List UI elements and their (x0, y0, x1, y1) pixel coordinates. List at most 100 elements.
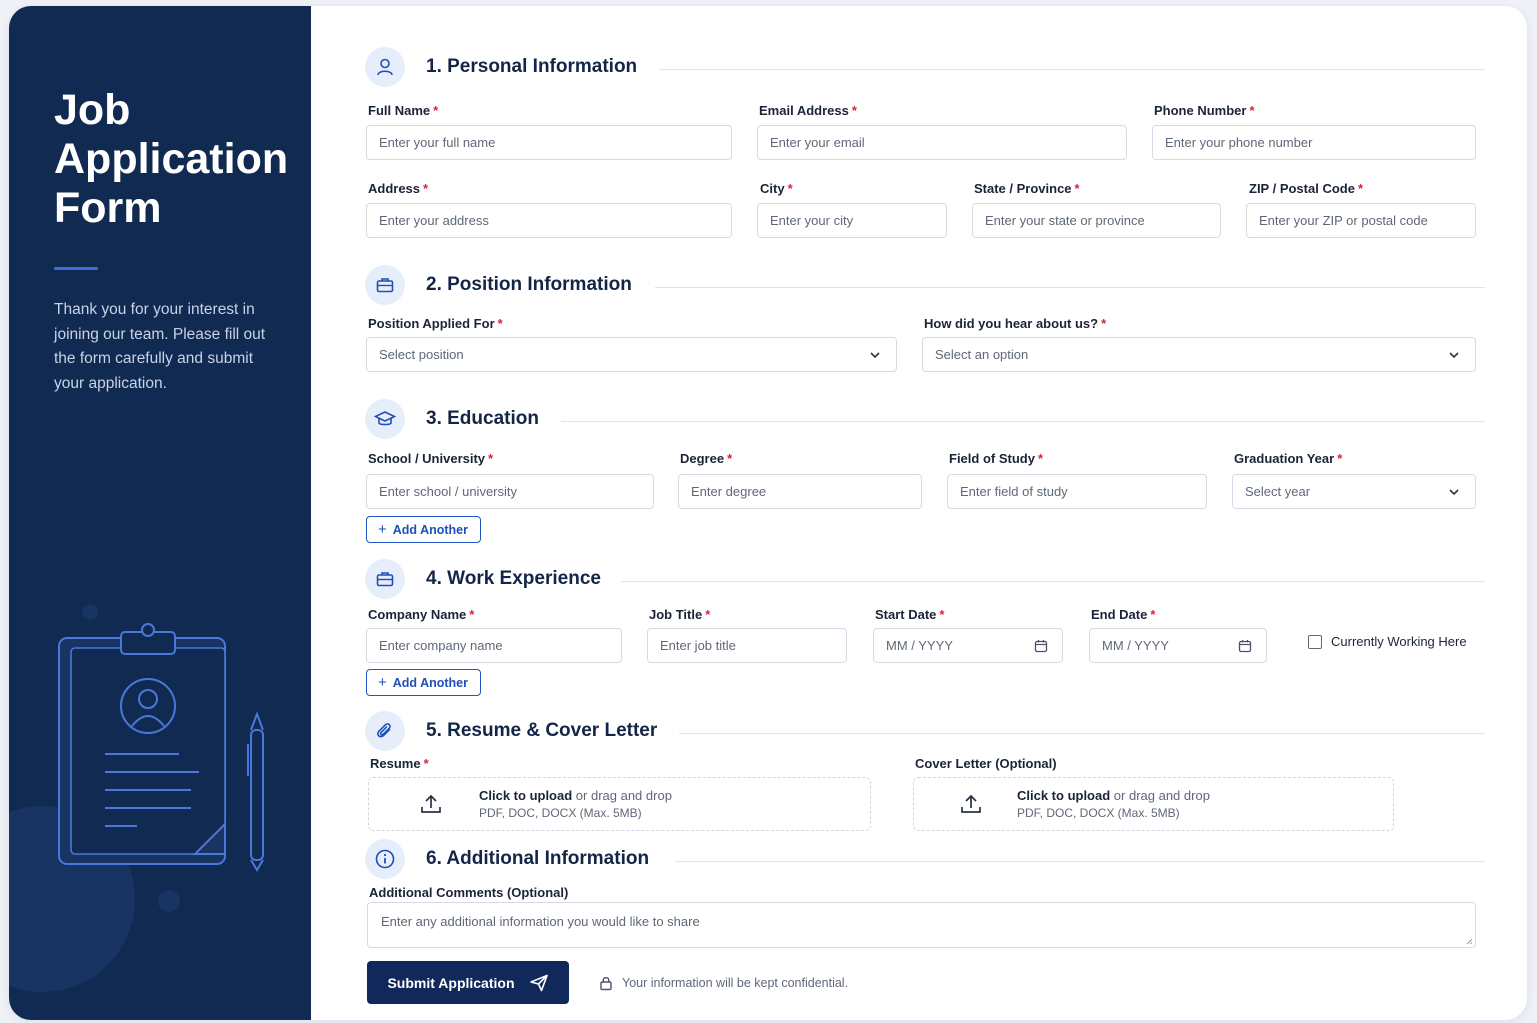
graduation-year-select[interactable]: Select year (1232, 474, 1476, 509)
required-marker: * (705, 607, 711, 622)
user-icon (365, 47, 405, 87)
label-text: State / Province (974, 181, 1072, 196)
required-marker: * (423, 181, 429, 196)
click-to-upload-link[interactable]: Click to upload (479, 788, 572, 803)
label-text: How did you hear about us? (924, 316, 1099, 331)
resume-label: Resume * (370, 756, 429, 771)
label-text: City (760, 181, 785, 196)
label-text: Field of Study (949, 451, 1035, 466)
section-title: 5. Resume & Cover Letter (426, 720, 658, 741)
placeholder: Enter your state or province (985, 213, 1145, 228)
button-label: Add Another (392, 675, 468, 690)
state-input[interactable]: Enter your state or province (972, 203, 1221, 238)
section-divider (561, 421, 1485, 422)
checkbox-box[interactable] (1308, 634, 1322, 649)
label-text: School / University (368, 451, 486, 466)
placeholder: Enter any additional information you wou… (381, 914, 700, 929)
section-divider (659, 69, 1485, 70)
section-personal-header: 1. Personal Information (365, 46, 637, 88)
source-select[interactable]: Select an option (922, 337, 1476, 372)
upload-formats: PDF, DOC, DOCX (Max. 5MB) (479, 806, 642, 820)
placeholder: Enter your address (379, 213, 489, 228)
resize-handle-icon[interactable] (1465, 937, 1473, 945)
placeholder: Enter your email (770, 135, 865, 150)
intro-text: Thank you for your interest in joining o… (54, 301, 266, 392)
phone-label: Phone Number * (1154, 103, 1255, 118)
graduation-cap-icon (365, 399, 405, 439)
city-input[interactable]: Enter your city (757, 203, 947, 238)
start-date-label: Start Date * (875, 607, 944, 622)
label-text: Full Name (368, 103, 431, 118)
click-to-upload-link[interactable]: Click to upload (1017, 788, 1110, 803)
calendar-icon[interactable] (1034, 639, 1048, 653)
address-input[interactable]: Enter your address (366, 203, 732, 238)
section-resume-header: 5. Resume & Cover Letter (365, 710, 657, 752)
required-marker: * (433, 103, 439, 118)
field-of-study-input[interactable]: Enter field of study (947, 474, 1207, 509)
label-text: Phone Number (1154, 103, 1247, 118)
label-text: Degree (680, 451, 725, 466)
section-divider (655, 287, 1485, 288)
section-position-header: 2. Position Information (365, 264, 632, 306)
phone-input[interactable]: Enter your phone number (1152, 125, 1476, 160)
start-date-input[interactable]: MM / YYYY (873, 628, 1063, 663)
section-title: 2. Position Information (426, 274, 632, 295)
school-label: School / University * (368, 451, 493, 466)
section-education-header: 3. Education (365, 398, 539, 440)
end-date-input[interactable]: MM / YYYY (1089, 628, 1267, 663)
currently-working-checkbox[interactable]: Currently Working Here (1308, 634, 1467, 649)
placeholder: Select position (379, 347, 464, 362)
add-education-button[interactable]: + Add Another (366, 516, 481, 543)
company-label: Company Name * (368, 607, 474, 622)
city-label: City * (760, 181, 793, 196)
full-name-input[interactable]: Enter your full name (366, 125, 732, 160)
placeholder: Enter field of study (960, 484, 1068, 499)
required-marker: * (851, 103, 857, 118)
full-name-label: Full Name * (368, 103, 438, 118)
label-text: Resume (370, 756, 421, 771)
required-marker: * (469, 607, 475, 622)
upload-instruction: Click to upload or drag and drop (479, 788, 672, 803)
lock-icon (600, 977, 612, 991)
state-label: State / Province * (974, 181, 1080, 196)
placeholder: Enter company name (379, 638, 503, 653)
placeholder: Enter degree (691, 484, 767, 499)
calendar-icon[interactable] (1238, 639, 1252, 653)
label-text: Job Title (649, 607, 703, 622)
briefcase-icon (365, 265, 405, 305)
clipboard-illustration-icon (58, 623, 264, 872)
upload-formats: PDF, DOC, DOCX (Max. 5MB) (1017, 806, 1180, 820)
chevron-down-icon (870, 352, 880, 359)
confidentiality-text: Your information will be kept confidenti… (622, 976, 849, 990)
school-input[interactable]: Enter school / university (366, 474, 654, 509)
degree-input[interactable]: Enter degree (678, 474, 922, 509)
required-marker: * (423, 756, 429, 771)
resume-upload-dropzone[interactable]: Click to upload or drag and drop PDF, DO… (368, 777, 871, 831)
email-label: Email Address * (759, 103, 857, 118)
placeholder: Enter your full name (379, 135, 496, 150)
company-input[interactable]: Enter company name (366, 628, 622, 663)
position-select[interactable]: Select position (366, 337, 897, 372)
required-marker: * (1037, 451, 1044, 466)
cover-letter-label: Cover Letter (Optional) (915, 756, 1057, 771)
zip-input[interactable]: Enter your ZIP or postal code (1246, 203, 1476, 238)
confidentiality-note: Your information will be kept confidenti… (599, 975, 848, 991)
add-work-button[interactable]: + Add Another (366, 669, 481, 696)
required-marker: * (1101, 316, 1107, 331)
graduation-year-label: Graduation Year * (1234, 451, 1342, 466)
decorative-dot (158, 890, 180, 912)
placeholder: Enter job title (660, 638, 736, 653)
required-marker: * (488, 451, 494, 466)
email-input[interactable]: Enter your email (757, 125, 1127, 160)
title-underline (54, 267, 98, 270)
section-divider (621, 581, 1485, 582)
required-marker: * (727, 451, 733, 466)
source-label: How did you hear about us? * (924, 316, 1106, 331)
plus-icon: + (378, 674, 387, 691)
submit-application-button[interactable]: Submit Application (367, 961, 569, 1004)
comments-textarea[interactable]: Enter any additional information you wou… (367, 902, 1476, 948)
cover-letter-upload-dropzone[interactable]: Click to upload or drag and drop PDF, DO… (913, 777, 1394, 831)
paperclip-icon (365, 711, 405, 751)
job-title-input[interactable]: Enter job title (647, 628, 847, 663)
required-marker: * (1249, 103, 1255, 118)
